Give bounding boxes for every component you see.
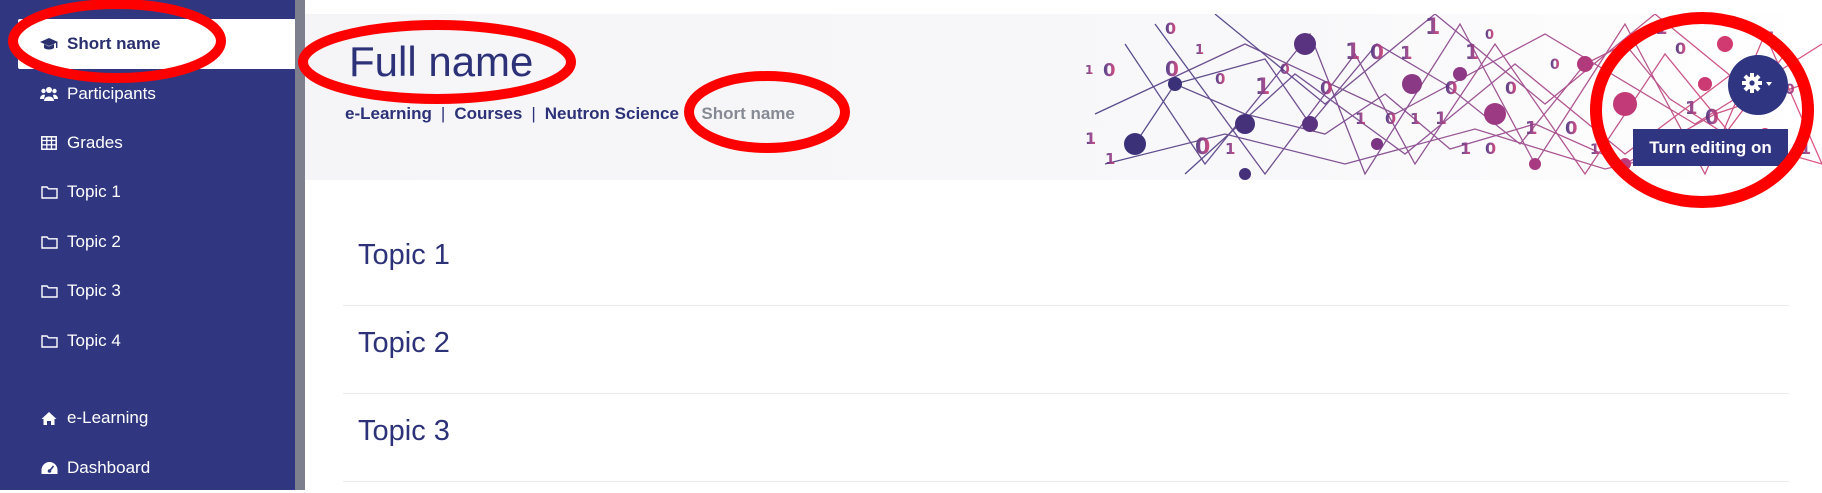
home-icon [40,409,58,427]
folder-icon [40,282,58,300]
gear-icon [1741,71,1775,100]
svg-text:1: 1 [1085,63,1093,77]
svg-text:1: 1 [1465,40,1479,64]
table-icon [40,134,58,152]
folder-icon [40,332,58,350]
svg-text:0: 0 [1705,105,1719,129]
svg-text:1: 1 [1195,43,1204,58]
svg-text:1: 1 [1085,129,1096,148]
sidebar-item-topic-3[interactable]: Topic 3 [0,266,295,316]
svg-text:0: 0 [1565,118,1578,139]
turn-editing-on-tooltip[interactable]: Turn editing on [1633,129,1788,166]
breadcrumb-separator: | [531,104,536,123]
svg-text:0: 0 [1215,70,1225,88]
svg-text:0: 0 [1385,109,1396,128]
svg-text:0: 0 [1485,28,1494,43]
page-title: Full name [349,38,534,85]
topic-section: Topic 3 [343,393,1789,482]
svg-text:1: 1 [1255,75,1270,100]
svg-text:0: 0 [1445,78,1458,99]
caret-down-icon [1766,81,1772,86]
sidebar-item-dashboard[interactable]: Dashboard [0,443,295,493]
svg-text:0: 0 [1103,60,1116,81]
svg-text:0: 0 [1320,78,1333,99]
breadcrumb-current: Short name [701,104,795,123]
svg-text:0: 0 [1675,39,1686,58]
breadcrumb-link-courses[interactable]: Courses [454,104,522,124]
svg-text:0: 0 [1485,139,1496,158]
svg-text:1: 1 [1800,139,1811,158]
topic-title[interactable]: Topic 3 [358,415,450,448]
svg-text:1: 1 [1355,109,1366,128]
svg-text:1: 1 [1590,142,1600,158]
sidebar-item-label: Participants [67,84,156,103]
sidebar-item-label: Topic 4 [67,331,121,350]
sidebar-item-label: Topic 2 [67,232,121,251]
svg-text:0: 0 [1505,79,1517,99]
breadcrumb-separator: | [687,104,693,123]
sidebar-item-label: Topic 3 [67,281,121,300]
sidebar-item-participants[interactable]: Participants [0,69,295,119]
breadcrumb-link-e-learning[interactable]: e-Learning [345,104,432,124]
sidebar-item-e-learning[interactable]: e-Learning [0,393,295,443]
svg-text:1: 1 [1655,18,1668,39]
folder-icon [40,183,58,201]
svg-text:1: 1 [1460,139,1471,158]
users-icon [40,85,58,103]
sidebar-item-short-name[interactable]: Short name [18,19,295,69]
svg-text:1: 1 [1410,110,1420,128]
svg-text:1: 1 [1345,40,1360,65]
svg-text:1: 1 [1225,140,1235,158]
sidebar-scrollbar[interactable] [295,0,305,490]
svg-text:1: 1 [1400,43,1413,64]
svg-text:1: 1 [1425,15,1440,40]
sidebar-item-label: e-Learning [67,408,149,427]
sidebar-item-label: Dashboard [67,458,151,477]
svg-text:0: 0 [1165,19,1176,38]
svg-text:1: 1 [1685,98,1698,119]
sidebar-item-label: Topic 1 [67,182,121,201]
topic-title[interactable]: Topic 2 [358,327,450,360]
dashboard-icon [40,459,58,477]
topic-title[interactable]: Topic 1 [358,239,450,272]
folder-icon [40,233,58,251]
sidebar-item-label: Short name [67,34,161,53]
sidebar-item-topic-4[interactable]: Topic 4 [0,316,295,366]
sidebar-item-grades[interactable]: Grades [0,118,295,168]
svg-text:1: 1 [1765,29,1777,49]
svg-text:1: 1 [1435,109,1447,129]
breadcrumb-link-neutron-science[interactable]: Neutron Science [545,104,679,124]
svg-text:1: 1 [1105,150,1115,168]
breadcrumb: e-Learning | Courses | Neutron Science |… [345,104,795,124]
svg-text:0: 0 [1165,57,1179,81]
sidebar-item-label: Grades [67,133,123,152]
svg-text:0: 0 [1195,135,1210,160]
topic-section: Topic 1 [343,217,1789,306]
sidebar: Short name Participants Grades Topic 1 T… [0,0,295,490]
svg-text:0: 0 [1370,40,1384,64]
breadcrumb-separator: | [440,104,446,123]
graduation-cap-icon [40,35,58,53]
svg-text:1: 1 [1525,118,1538,139]
settings-menu-button[interactable] [1728,55,1788,115]
sidebar-item-topic-1[interactable]: Topic 1 [0,167,295,217]
sidebar-item-topic-2[interactable]: Topic 2 [0,217,295,267]
svg-text:0: 0 [1280,62,1290,78]
topic-section: Topic 2 [343,305,1789,394]
svg-text:0: 0 [1550,57,1560,73]
